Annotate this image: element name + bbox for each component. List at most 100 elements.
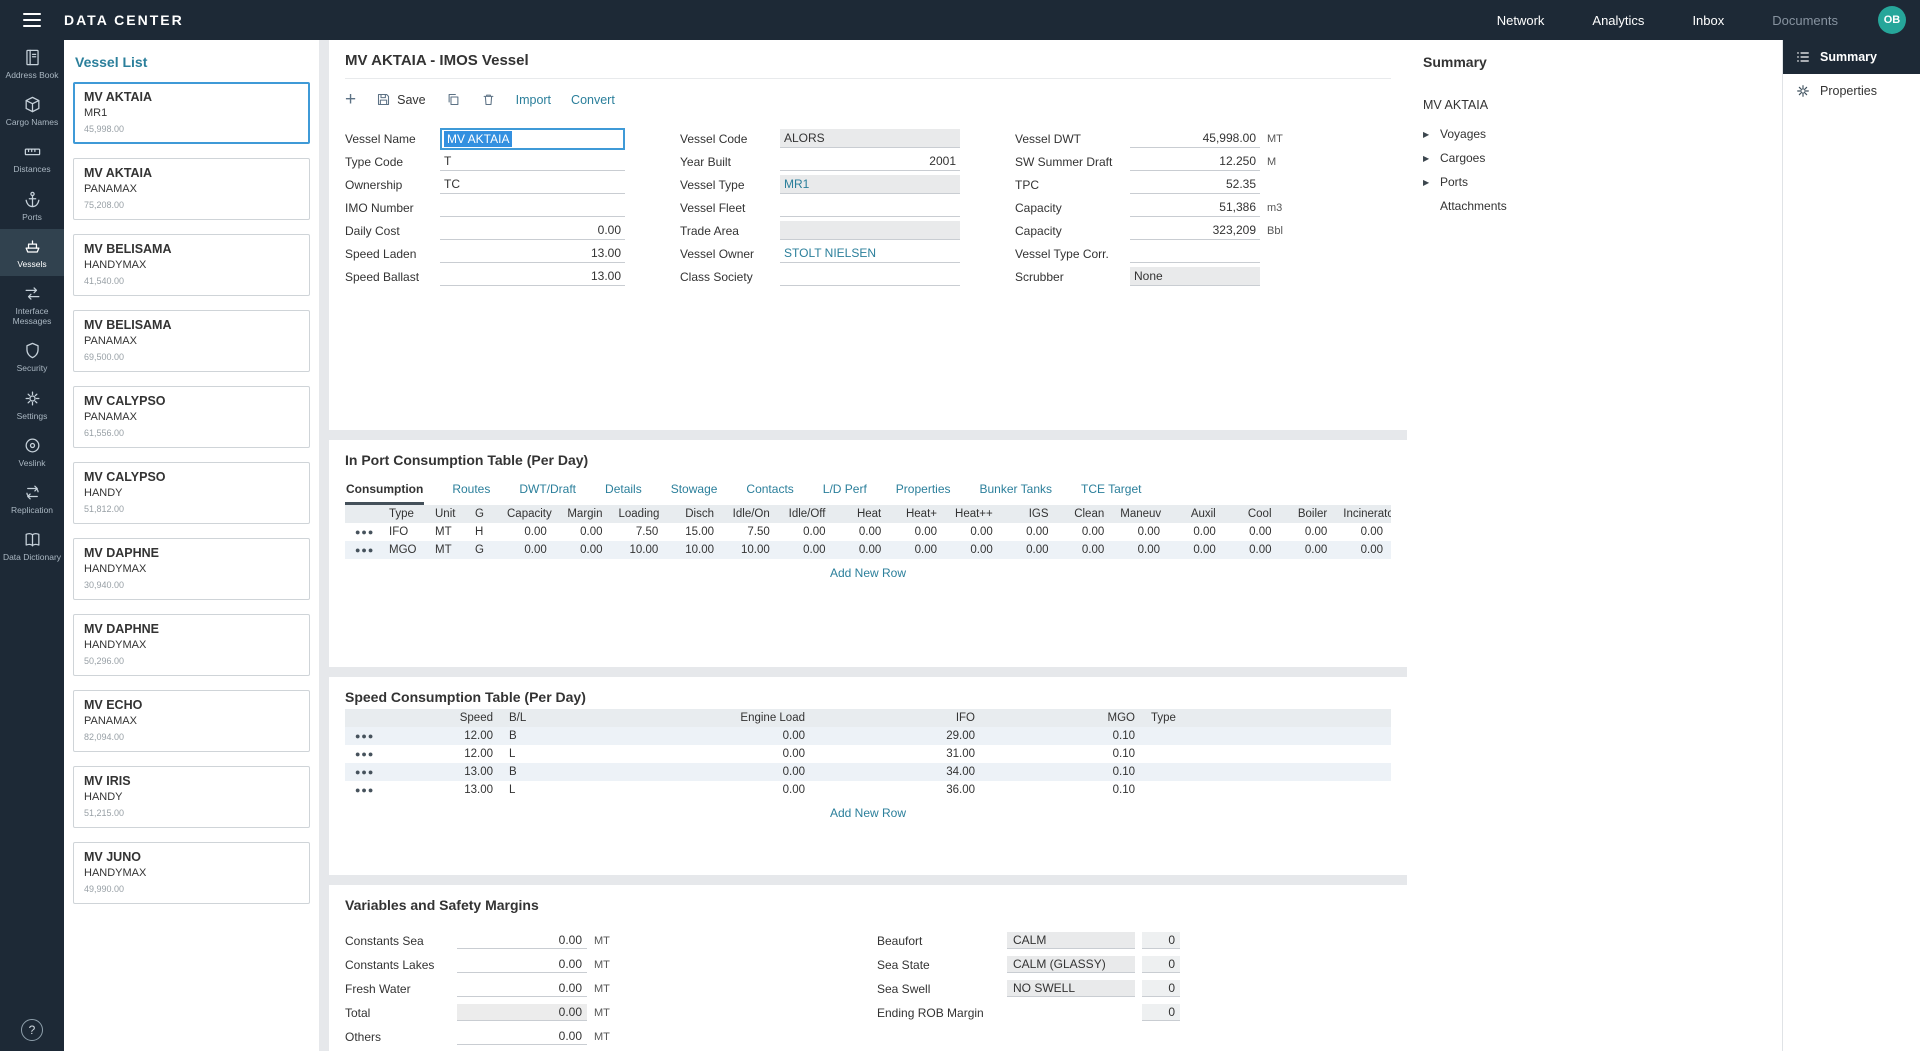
field-input[interactable] bbox=[780, 198, 960, 217]
cell-capacity[interactable]: 0.00 bbox=[499, 523, 555, 541]
sidebar-item-ports[interactable]: Ports bbox=[0, 182, 64, 229]
cell-igs[interactable]: 0.00 bbox=[1001, 523, 1057, 541]
cell-heat-plusplus[interactable]: 0.00 bbox=[945, 541, 1001, 559]
cell-fuel-type[interactable] bbox=[1143, 781, 1391, 799]
tab[interactable]: Stowage bbox=[670, 478, 719, 505]
menu-icon[interactable] bbox=[0, 13, 64, 27]
tab[interactable]: TCE Target bbox=[1080, 478, 1142, 505]
margin-input[interactable]: 0 bbox=[1142, 980, 1180, 997]
cell-speed[interactable]: 13.00 bbox=[381, 781, 501, 799]
cell-unit[interactable]: MT bbox=[427, 523, 467, 541]
cell-type[interactable]: MGO bbox=[381, 541, 427, 559]
vessel-card[interactable]: MV CALYPSO PANAMAX 61,556.00 bbox=[73, 386, 310, 448]
sidebar-item-veslink[interactable]: Veslink bbox=[0, 428, 64, 475]
cell-heat[interactable]: 0.00 bbox=[834, 541, 890, 559]
field-input[interactable]: 2001 bbox=[780, 152, 960, 171]
cell-cool[interactable]: 0.00 bbox=[1224, 523, 1280, 541]
margin-input[interactable]: 0 bbox=[1142, 932, 1180, 949]
help-icon[interactable]: ? bbox=[21, 1019, 43, 1041]
row-menu-icon[interactable]: ●●● bbox=[345, 763, 381, 781]
cell-ifo[interactable]: 36.00 bbox=[813, 781, 983, 799]
field-input[interactable]: 0.00 bbox=[457, 932, 587, 949]
sidebar-item-replication[interactable]: Replication bbox=[0, 475, 64, 522]
field-input[interactable]: None bbox=[1130, 267, 1260, 286]
cell-fuel-type[interactable] bbox=[1143, 763, 1391, 781]
cell-loading[interactable]: 7.50 bbox=[611, 523, 667, 541]
cell-igs[interactable]: 0.00 bbox=[1001, 541, 1057, 559]
cell-engine-load[interactable]: 0.00 bbox=[553, 763, 813, 781]
cell-engine-load[interactable]: 0.00 bbox=[553, 727, 813, 745]
cell-fuel-type[interactable] bbox=[1143, 727, 1391, 745]
topnav-item[interactable]: Analytics bbox=[1592, 13, 1644, 28]
sidebar-item-distances[interactable]: Distances bbox=[0, 134, 64, 181]
summary-tree-item[interactable]: ▶ Cargoes bbox=[1423, 146, 1766, 170]
cell-ifo[interactable]: 31.00 bbox=[813, 745, 983, 763]
summary-tree-item[interactable]: ▶ Ports bbox=[1423, 170, 1766, 194]
field-input[interactable]: 45,998.00 bbox=[1130, 129, 1260, 148]
cell-auxil[interactable]: 0.00 bbox=[1168, 541, 1224, 559]
vessel-card[interactable]: MV AKTAIA MR1 45,998.00 bbox=[73, 82, 310, 144]
summary-tree-item[interactable]: ▶ Voyages bbox=[1423, 122, 1766, 146]
field-select[interactable]: CALM bbox=[1007, 932, 1135, 949]
save-button[interactable]: Save bbox=[376, 92, 426, 107]
row-menu-icon[interactable]: ●●● bbox=[345, 523, 381, 541]
margin-input[interactable]: 0 bbox=[1142, 956, 1180, 973]
cell-auxil[interactable]: 0.00 bbox=[1168, 523, 1224, 541]
vessel-card[interactable]: MV BELISAMA HANDYMAX 41,540.00 bbox=[73, 234, 310, 296]
cell-mgo[interactable]: 0.10 bbox=[983, 727, 1143, 745]
cell-type[interactable]: IFO bbox=[381, 523, 427, 541]
tab[interactable]: Details bbox=[604, 478, 643, 505]
vessel-card[interactable]: MV AKTAIA PANAMAX 75,208.00 bbox=[73, 158, 310, 220]
cell-mgo[interactable]: 0.10 bbox=[983, 763, 1143, 781]
topnav-item[interactable]: Documents bbox=[1772, 13, 1838, 28]
tab[interactable]: Contacts bbox=[745, 478, 794, 505]
cell-idle-off[interactable]: 0.00 bbox=[778, 541, 834, 559]
cell-speed[interactable]: 12.00 bbox=[381, 727, 501, 745]
convert-button[interactable]: Convert bbox=[571, 93, 615, 107]
cell-heat[interactable]: 0.00 bbox=[834, 523, 890, 541]
add-new-row-link[interactable]: Add New Row bbox=[345, 559, 1391, 587]
field-input[interactable]: STOLT NIELSEN bbox=[780, 244, 960, 263]
field-input[interactable]: 0.00 bbox=[440, 221, 625, 240]
cell-idle-off[interactable]: 0.00 bbox=[778, 523, 834, 541]
cell-unit[interactable]: MT bbox=[427, 541, 467, 559]
import-button[interactable]: Import bbox=[516, 93, 551, 107]
field-input[interactable]: 13.00 bbox=[440, 267, 625, 286]
sidebar-item-interface-messages[interactable]: Interface Messages bbox=[0, 276, 64, 333]
cell-engine-load[interactable]: 0.00 bbox=[553, 745, 813, 763]
summary-tree-item[interactable]: ▶ Attachments bbox=[1423, 194, 1766, 218]
cell-speed[interactable]: 12.00 bbox=[381, 745, 501, 763]
add-new-row-link[interactable]: Add New Row bbox=[345, 799, 1391, 827]
cell-disch[interactable]: 10.00 bbox=[666, 541, 722, 559]
sidebar-item-settings[interactable]: Settings bbox=[0, 381, 64, 428]
field-input[interactable] bbox=[780, 267, 960, 286]
cell-incinerator[interactable]: 0.00 bbox=[1335, 523, 1391, 541]
cell-ifo[interactable]: 34.00 bbox=[813, 763, 983, 781]
cell-speed[interactable]: 13.00 bbox=[381, 763, 501, 781]
cell-idle-on[interactable]: 7.50 bbox=[722, 523, 778, 541]
field-input[interactable]: 13.00 bbox=[440, 244, 625, 263]
vessel-card[interactable]: MV CALYPSO HANDY 51,812.00 bbox=[73, 462, 310, 524]
cell-loading[interactable]: 10.00 bbox=[611, 541, 667, 559]
cell-maneuv[interactable]: 0.00 bbox=[1112, 523, 1168, 541]
margin-input[interactable]: 0 bbox=[1142, 1004, 1180, 1021]
sidebar-item-cargo-names[interactable]: Cargo Names bbox=[0, 87, 64, 134]
field-input[interactable]: 0.00 bbox=[457, 1028, 587, 1045]
cell-g[interactable]: G bbox=[467, 541, 499, 559]
tab[interactable]: Properties bbox=[895, 478, 952, 505]
field-input[interactable]: 0.00 bbox=[457, 1004, 587, 1021]
field-input[interactable] bbox=[1130, 244, 1260, 263]
field-input[interactable]: 51,386 bbox=[1130, 198, 1260, 217]
cell-bl[interactable]: L bbox=[501, 745, 553, 763]
vessel-card[interactable]: MV DAPHNE HANDYMAX 50,296.00 bbox=[73, 614, 310, 676]
field-select[interactable]: CALM (GLASSY) bbox=[1007, 956, 1135, 973]
sidebar-item-vessels[interactable]: Vessels bbox=[0, 229, 64, 276]
cell-margin[interactable]: 0.00 bbox=[555, 523, 611, 541]
topnav-item[interactable]: Network bbox=[1497, 13, 1545, 28]
cell-idle-on[interactable]: 10.00 bbox=[722, 541, 778, 559]
cell-clean[interactable]: 0.00 bbox=[1057, 541, 1113, 559]
vessel-card[interactable]: MV IRIS HANDY 51,215.00 bbox=[73, 766, 310, 828]
field-input[interactable] bbox=[780, 221, 960, 240]
cell-maneuv[interactable]: 0.00 bbox=[1112, 541, 1168, 559]
field-input[interactable]: MV AKTAIA bbox=[440, 128, 625, 150]
